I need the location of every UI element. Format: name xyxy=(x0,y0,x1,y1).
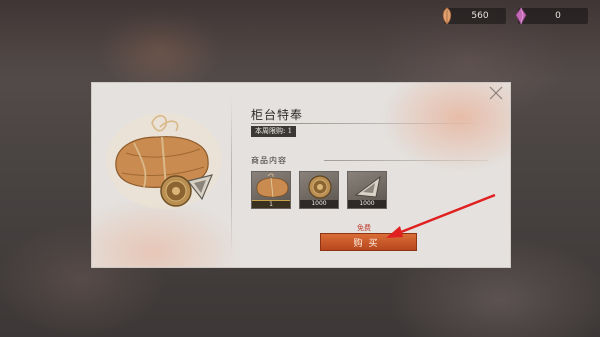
dialog-divider xyxy=(231,97,232,257)
contents-heading: 商品内容 xyxy=(251,156,287,165)
currency-feather: 560 xyxy=(442,7,506,25)
item-list: 1 1000 1000 xyxy=(251,171,387,209)
feather-icon xyxy=(442,7,452,25)
gem-icon xyxy=(515,7,527,25)
annotation-arrow-icon xyxy=(386,193,496,238)
price-label: 免费 xyxy=(357,224,371,232)
title-underline xyxy=(251,123,487,124)
item-slot-coin[interactable]: 1000 xyxy=(299,171,339,209)
item-quantity: 1000 xyxy=(300,200,338,208)
contents-divider xyxy=(324,160,488,161)
currency-gem: 0 xyxy=(515,7,588,25)
close-icon[interactable] xyxy=(488,85,504,101)
bundle-artwork xyxy=(106,113,222,209)
coin-icon xyxy=(308,175,332,199)
item-quantity: 1 xyxy=(252,200,290,208)
background-shade xyxy=(0,0,600,80)
bundle-icon xyxy=(256,173,289,198)
weekly-limit-badge: 本周限购: 1 xyxy=(251,126,297,137)
dialog-title: 柜台特奉 xyxy=(251,108,304,122)
item-slot-bundle[interactable]: 1 xyxy=(251,171,291,209)
currency-gem-value: 0 xyxy=(555,11,561,21)
